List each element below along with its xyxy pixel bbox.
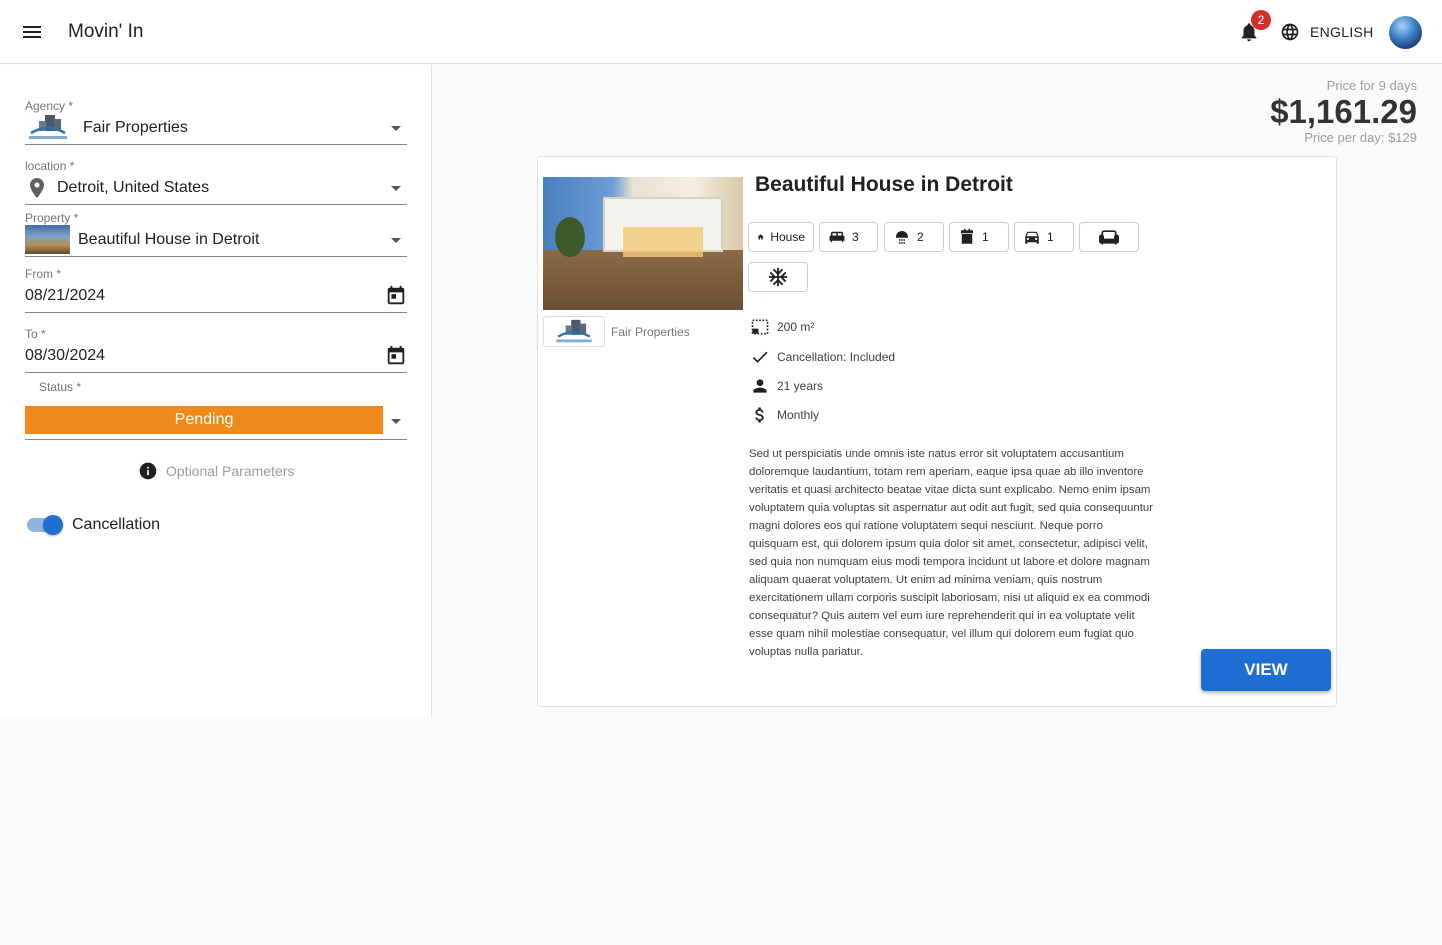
feature-chip-bathrooms: 2 — [884, 222, 944, 252]
price-per-day: Price per day: $129 — [1304, 130, 1417, 145]
feature-chip-bedrooms: 3 — [819, 222, 878, 252]
person-icon — [753, 379, 767, 393]
top-app-bar: Movin' In 2 ENGLISH — [0, 0, 1442, 64]
house-icon — [757, 234, 764, 240]
calendar-icon[interactable] — [385, 285, 407, 307]
status-dropdown-caret-icon[interactable] — [391, 419, 401, 424]
status-label: Status * — [39, 380, 82, 394]
info-icon — [139, 462, 157, 480]
spec-min-age-value: 21 years — [777, 379, 824, 393]
location-pin-icon — [30, 177, 44, 198]
language-label: ENGLISH — [1310, 24, 1374, 40]
price-days-label: Price for 9 days — [1326, 78, 1417, 93]
agency-value: Fair Properties — [83, 118, 188, 136]
property-description: Sed ut perspiciatis unde omnis iste natu… — [749, 448, 1153, 658]
optional-parameters-label: Optional Parameters — [166, 463, 295, 479]
shower-icon — [896, 231, 908, 244]
property-card: Fair Properties Beautiful House in Detro… — [537, 156, 1337, 707]
status-pending-badge[interactable]: Pending — [25, 406, 383, 434]
feature-bedrooms-count: 3 — [852, 230, 859, 244]
feature-parking-count: 1 — [1047, 230, 1054, 244]
price-total: $1,161.29 — [1270, 93, 1417, 130]
kitchen-icon — [961, 228, 973, 244]
notification-count-badge: 2 — [1251, 10, 1271, 30]
cancellation-label: Cancellation — [72, 516, 161, 533]
feature-chip-parking: 1 — [1014, 222, 1074, 252]
spec-cancellation-value: Cancellation: Included — [777, 350, 896, 364]
cancellation-switch[interactable] — [25, 515, 63, 535]
app-title: Movin' In — [68, 21, 144, 42]
agency-logo-icon — [556, 319, 592, 342]
feature-chip-house: House — [748, 222, 814, 252]
property-title: Beautiful House in Detroit — [755, 173, 1013, 196]
calendar-icon[interactable] — [385, 345, 407, 367]
property-value: Beautiful House in Detroit — [78, 230, 260, 248]
sofa-icon — [1099, 230, 1119, 245]
agency-field[interactable]: Agency * Fair Properties — [25, 99, 407, 145]
location-dropdown-caret-icon[interactable] — [391, 186, 401, 191]
location-value: Detroit, United States — [57, 178, 210, 196]
agency-dropdown-caret-icon[interactable] — [391, 126, 401, 131]
property-thumbnail — [25, 225, 70, 254]
agency-logo-chip[interactable] — [543, 316, 605, 347]
language-selector[interactable]: ENGLISH — [1280, 20, 1374, 44]
optional-parameters-toggle[interactable]: Optional Parameters — [138, 461, 294, 481]
feature-kitchens-count: 1 — [982, 230, 989, 244]
feature-chip-furnished — [1079, 222, 1139, 252]
feature-chip-kitchens: 1 — [949, 222, 1009, 252]
feature-chip-aircon — [748, 262, 808, 292]
to-date-field[interactable]: To * 08/30/2024 — [25, 327, 407, 373]
spec-size: 200 m² — [749, 317, 814, 337]
agency-name: Fair Properties — [611, 325, 690, 339]
from-date-value[interactable]: 08/21/2024 — [25, 287, 105, 305]
spec-min-age: 21 years — [749, 376, 823, 396]
spec-rental-term: Monthly — [749, 405, 819, 425]
spec-cancellation: Cancellation: Included — [749, 347, 895, 367]
property-dropdown-caret-icon[interactable] — [391, 238, 401, 243]
view-button[interactable]: VIEW — [1201, 649, 1331, 691]
to-date-value[interactable]: 08/30/2024 — [25, 347, 105, 365]
check-icon — [752, 351, 768, 363]
dollar-icon — [755, 407, 764, 423]
property-field[interactable]: Property * Beautiful House in Detroit — [25, 211, 407, 257]
property-image — [543, 177, 743, 310]
snowflake-icon — [768, 267, 788, 287]
feature-bathrooms-count: 2 — [917, 230, 924, 244]
user-avatar[interactable] — [1389, 16, 1422, 49]
menu-icon[interactable] — [20, 20, 44, 44]
area-size-icon — [751, 319, 769, 335]
agency-logo-icon — [29, 114, 67, 139]
booking-form-panel: Agency * Fair Properties location * Detr… — [0, 65, 432, 717]
feature-house-label: House — [770, 230, 805, 244]
bed-icon — [829, 231, 845, 243]
spec-size-value: 200 m² — [777, 320, 815, 334]
car-icon — [1025, 231, 1039, 244]
status-field[interactable]: Status * Pending — [25, 380, 407, 440]
from-date-field[interactable]: From * 08/21/2024 — [25, 267, 407, 313]
location-field[interactable]: location * Detroit, United States — [25, 159, 407, 205]
globe-icon — [1281, 23, 1299, 41]
spec-rental-term-value: Monthly — [777, 408, 820, 422]
